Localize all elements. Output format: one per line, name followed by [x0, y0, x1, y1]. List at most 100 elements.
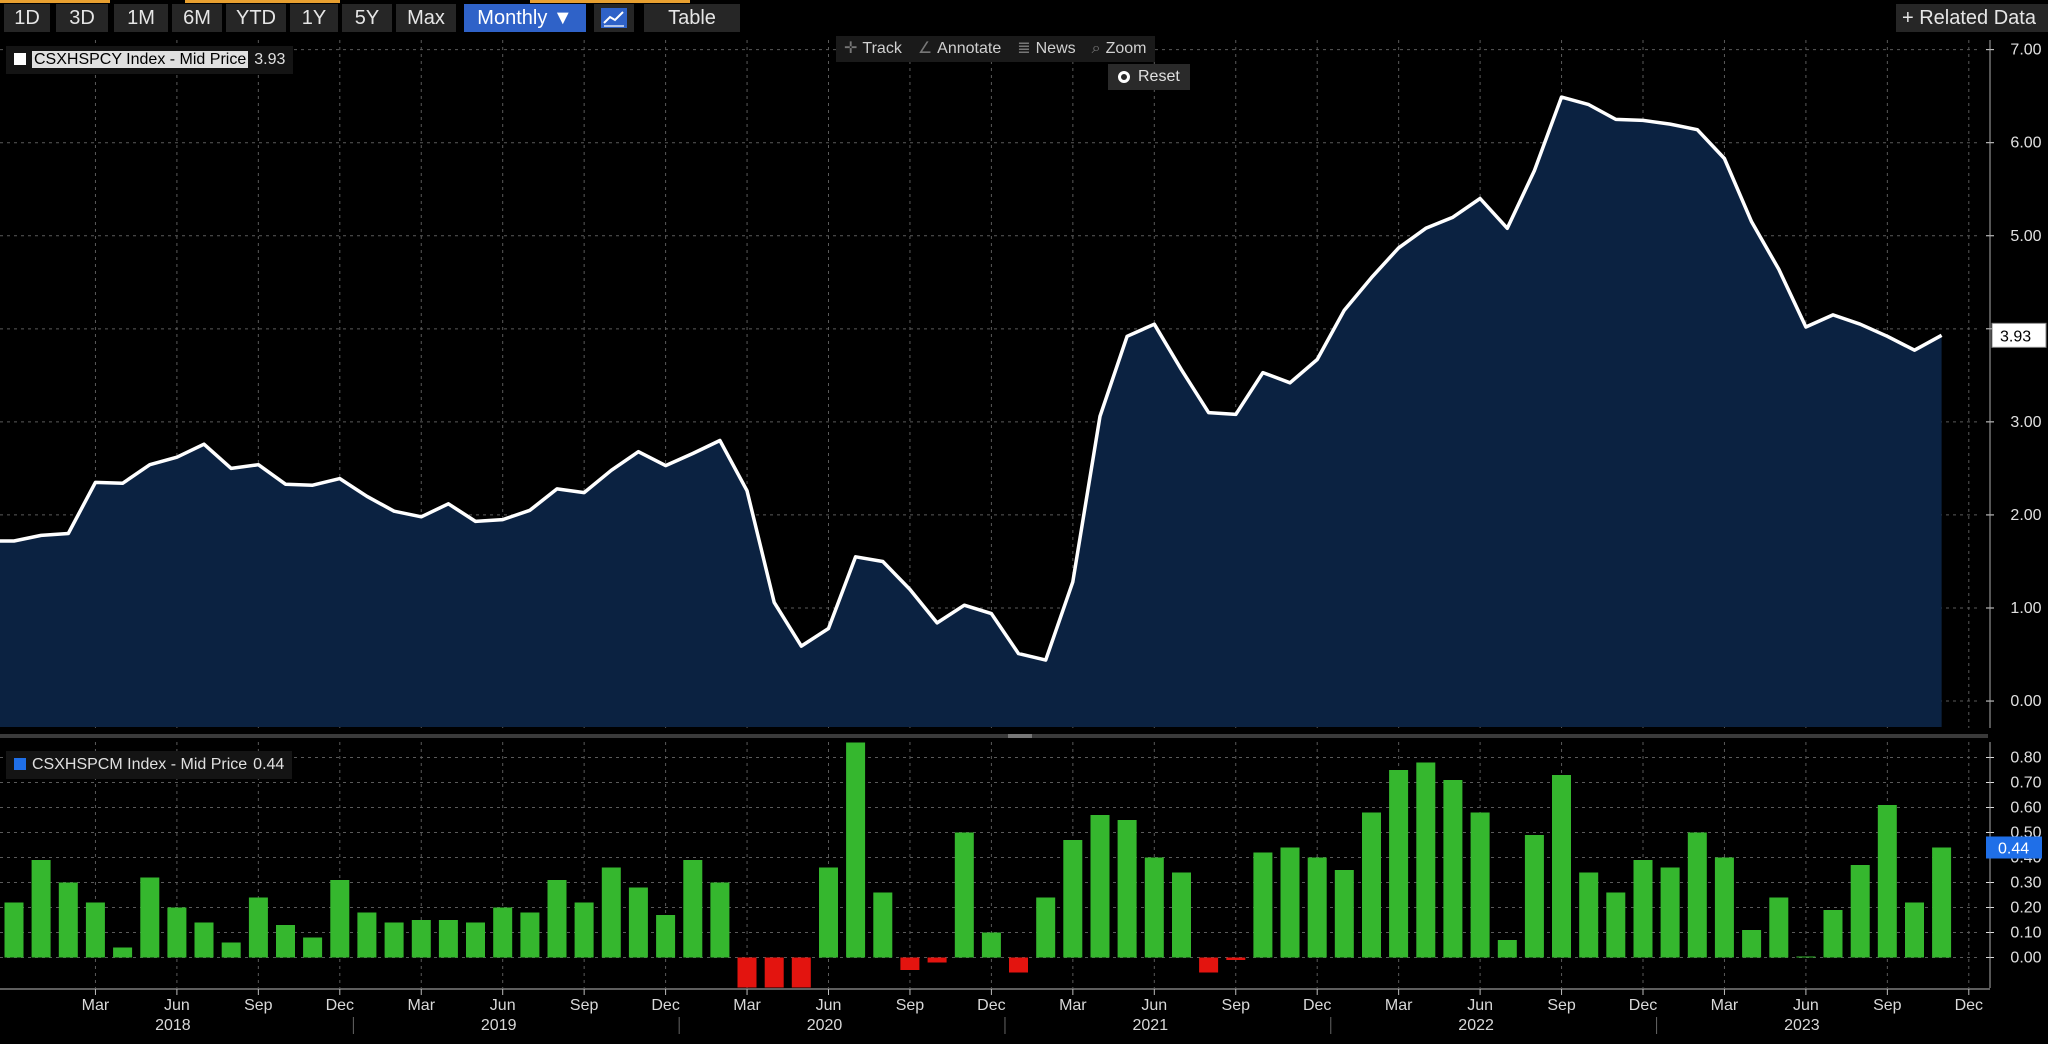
bar: [1009, 957, 1028, 973]
chart-canvas[interactable]: 0.001.002.003.004.005.006.007.00 0.000.1…: [0, 36, 2048, 1044]
bar: [1470, 812, 1490, 958]
last-value-marker-bottom: 0.44: [1986, 836, 2042, 859]
x-tick-label: Dec: [326, 997, 354, 1014]
bar: [791, 957, 811, 988]
y-tick-label: 3.00: [2010, 414, 2041, 431]
zoom-tool[interactable]: ⌕ Zoom: [1084, 36, 1155, 62]
bar: [167, 907, 187, 958]
bar: [1497, 940, 1517, 958]
bar: [1606, 892, 1626, 958]
bar: [466, 922, 485, 958]
y-tick-label: 0.00: [2010, 950, 2041, 967]
bar: [873, 892, 893, 958]
x-tick-label: Mar: [733, 997, 761, 1014]
range-button-ytd[interactable]: YTD: [226, 4, 286, 32]
bar: [900, 957, 920, 970]
bar: [1307, 857, 1327, 958]
bar: [819, 867, 838, 958]
range-button-3d[interactable]: 3D: [56, 4, 108, 32]
x-tick-label: Sep: [570, 997, 599, 1014]
track-tool[interactable]: ✛ Track: [836, 36, 910, 62]
y-tick-label: 0.10: [2010, 925, 2041, 942]
bar: [683, 860, 703, 958]
range-button-1d[interactable]: 1D: [4, 4, 50, 32]
bar: [1036, 897, 1056, 958]
bar: [1389, 770, 1409, 958]
bar: [1090, 815, 1110, 958]
y-tick-label: 2.00: [2010, 507, 2041, 524]
bar: [574, 902, 594, 958]
range-button-max[interactable]: Max: [396, 4, 456, 32]
bar: [764, 957, 784, 988]
bar: [737, 957, 757, 988]
track-label: Track: [862, 40, 902, 57]
annotate-label: Annotate: [937, 40, 1002, 57]
bar: [1063, 840, 1083, 958]
x-tick-label: Dec: [1955, 997, 1983, 1014]
frequency-dropdown[interactable]: Monthly ▼: [464, 4, 586, 32]
x-tick-label: Jun: [1141, 997, 1167, 1014]
bar: [1714, 857, 1734, 958]
bar: [1579, 872, 1599, 958]
y-tick-label: 7.00: [2010, 42, 2041, 59]
panel-divider[interactable]: [0, 734, 1988, 738]
bar: [601, 867, 621, 958]
annotate-tool[interactable]: ∠ Annotate: [910, 36, 1009, 62]
bar: [1199, 957, 1219, 973]
x-tick-label: Mar: [1059, 997, 1087, 1014]
x-tick-label: Sep: [244, 997, 273, 1014]
magnifier-icon: ⌕: [1091, 40, 1101, 57]
bar: [31, 860, 51, 958]
bar: [927, 957, 947, 963]
bar: [1144, 857, 1164, 958]
range-button-1m[interactable]: 1M: [114, 4, 168, 32]
table-button[interactable]: Table: [644, 4, 740, 32]
bar: [1443, 780, 1463, 958]
bar: [547, 880, 567, 958]
accent-strip: [530, 0, 690, 3]
last-value-top: 3.93: [2000, 328, 2031, 345]
range-button-1y[interactable]: 1Y: [290, 4, 338, 32]
zoom-label: Zoom: [1105, 40, 1147, 57]
year-label: 2022: [1458, 1017, 1494, 1034]
news-tool[interactable]: ≣ News: [1009, 36, 1083, 62]
range-button-5y[interactable]: 5Y: [342, 4, 392, 32]
reset-icon: [1118, 71, 1130, 83]
year-label: 2021: [1133, 1017, 1169, 1034]
bar: [1687, 832, 1707, 958]
bar: [384, 922, 404, 958]
bottom-y-axis: 0.000.100.200.300.400.500.600.700.80: [1986, 742, 2042, 988]
chart-tools: ✛ Track ∠ Annotate ≣ News ⌕ Zoom: [836, 36, 1155, 62]
x-tick-label: Jun: [490, 997, 516, 1014]
year-label: 2020: [807, 1017, 843, 1034]
reset-button[interactable]: Reset: [1108, 64, 1190, 90]
x-tick-label: Jun: [1793, 997, 1819, 1014]
news-label: News: [1035, 40, 1076, 57]
panel-divider-handle[interactable]: [1008, 734, 1032, 738]
x-tick-label: Jun: [164, 997, 190, 1014]
bar: [221, 942, 241, 958]
bar: [303, 937, 323, 958]
bar: [981, 932, 1001, 958]
bar: [954, 832, 974, 958]
x-tick-label: Dec: [651, 997, 679, 1014]
bar: [1905, 902, 1924, 958]
year-label: 2023: [1784, 1017, 1820, 1034]
year-label: 2018: [155, 1017, 191, 1034]
news-icon: ≣: [1017, 40, 1031, 57]
legend-bottom[interactable]: CSXHSPCM Index - Mid Price 0.44: [6, 751, 293, 779]
x-axis: Mar Jun Sep Dec Mar Jun Sep Dec Mar Jun Sep Dec Mar J…: [0, 988, 1990, 1034]
legend-top[interactable]: CSXHSPCY Index - Mid Price 3.93: [6, 46, 294, 74]
bar: [1633, 860, 1653, 958]
related-data-button[interactable]: + Related Data: [1896, 4, 2048, 32]
bar: [1524, 835, 1544, 958]
line-chart-icon[interactable]: [594, 4, 634, 32]
bar: [1877, 805, 1897, 958]
reset-label: Reset: [1138, 68, 1180, 85]
bar: [1552, 775, 1571, 958]
area-fill: [0, 97, 1942, 728]
legend-swatch-bottom: [14, 758, 26, 770]
range-button-6m[interactable]: 6M: [172, 4, 222, 32]
bar: [628, 887, 648, 958]
legend-swatch-top: [14, 53, 26, 65]
